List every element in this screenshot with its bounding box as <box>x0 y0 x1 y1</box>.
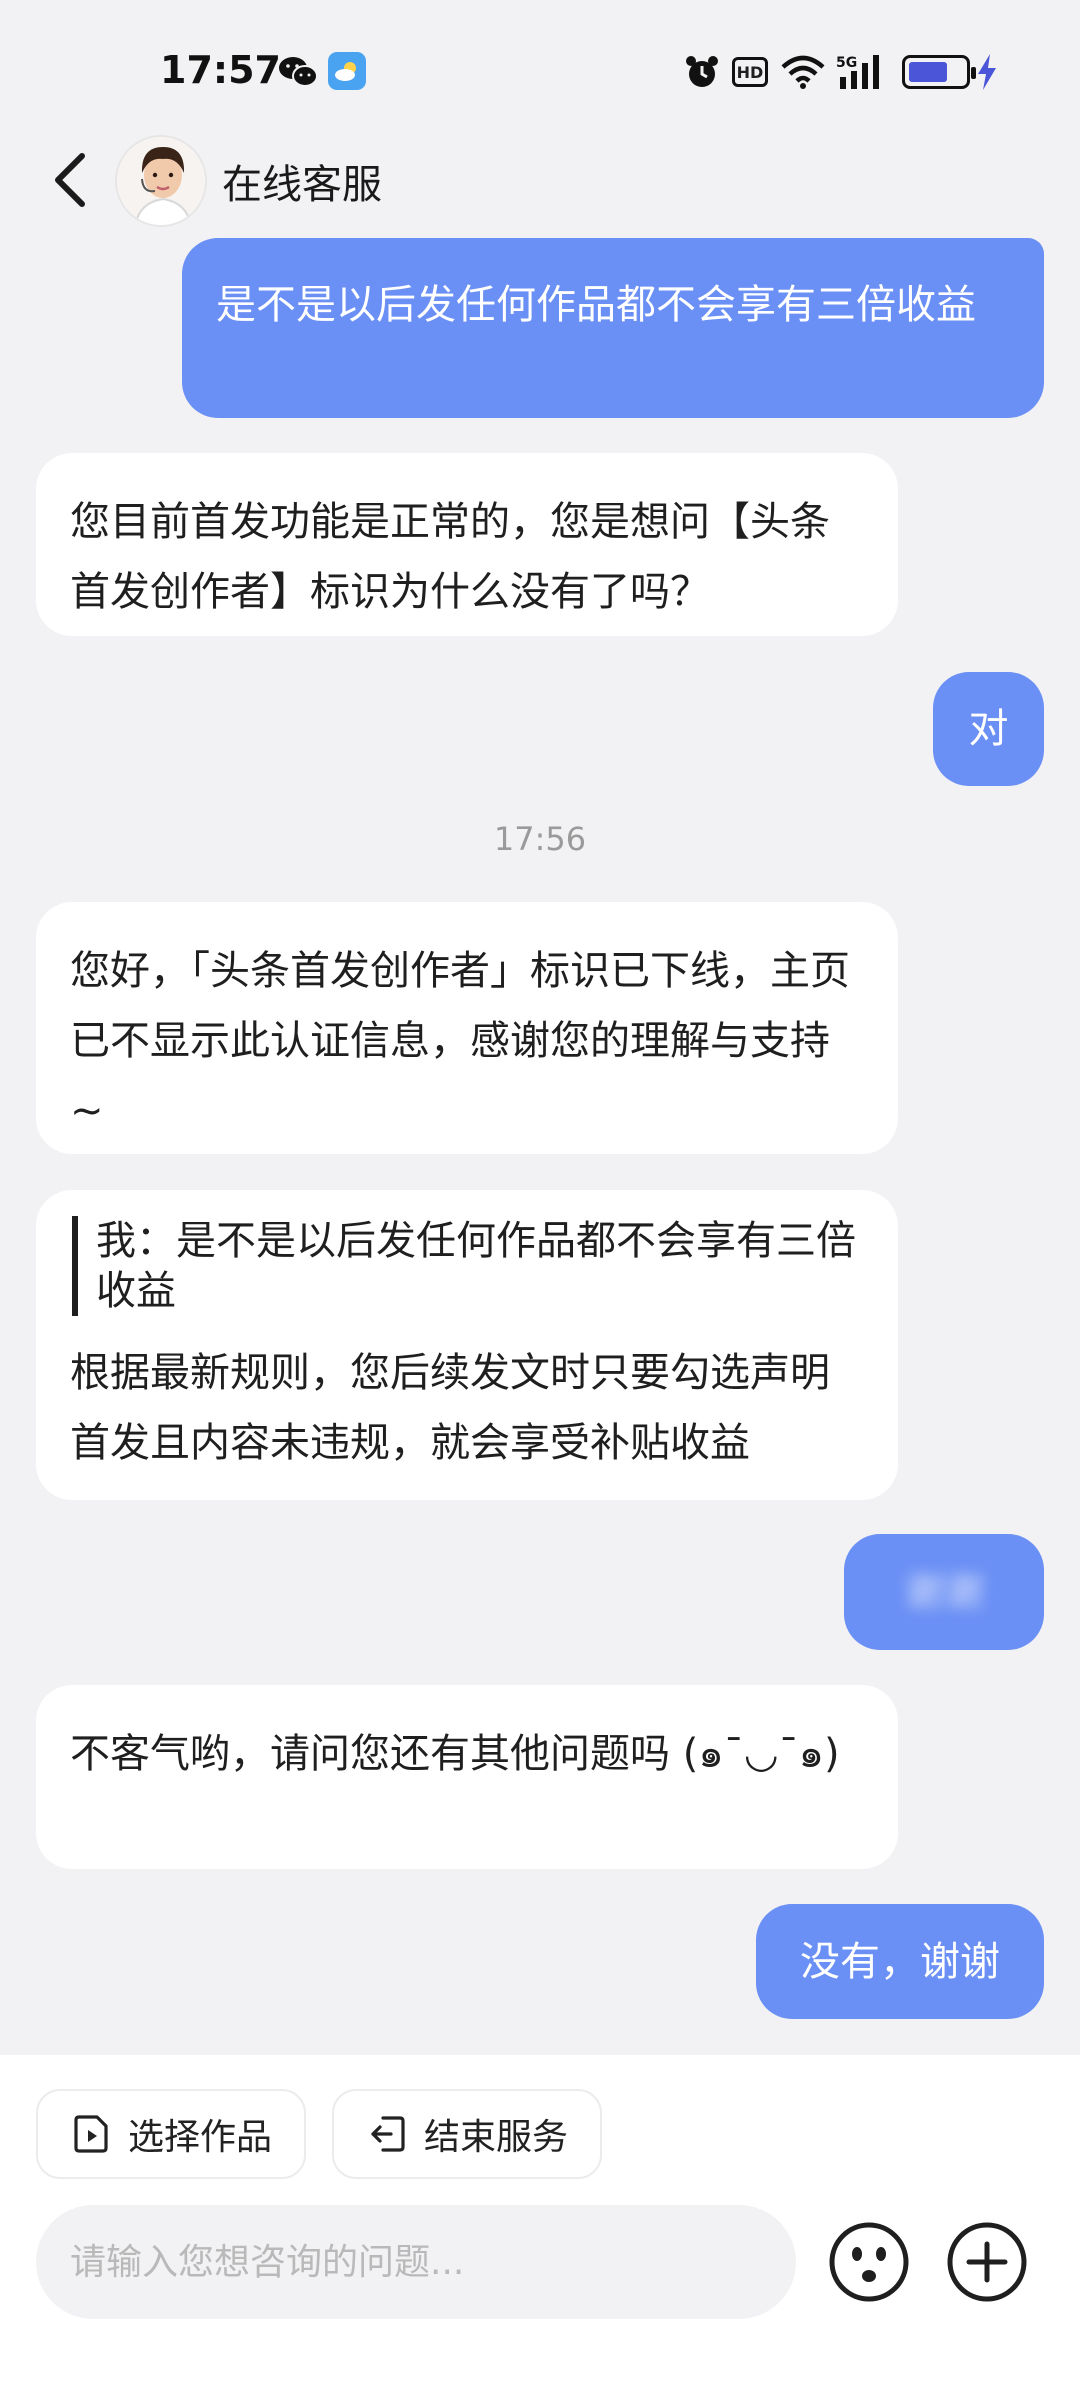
quoted-message: 我：是不是以后发任何作品都不会享有三倍收益 <box>72 1216 864 1316</box>
agent-avatar-icon <box>117 137 205 225</box>
message-input[interactable] <box>36 2205 796 2319</box>
message-text: 不客气哟，请问您还有其他问题吗 (๑¯◡¯๑) <box>70 1731 840 1777</box>
add-button[interactable] <box>944 2219 1030 2305</box>
back-button[interactable] <box>40 140 100 220</box>
bottom-panel: 选择作品 结束服务 <box>0 2055 1080 2400</box>
agent-message[interactable]: 不客气哟，请问您还有其他问题吗 (๑¯◡¯๑) <box>36 1685 898 1869</box>
user-message[interactable]: 没有，谢谢 <box>756 1904 1044 2019</box>
agent-message[interactable]: 您好，「头条首发创作者」标识已下线，主页已不显示此认证信息，感谢您的理解与支持 … <box>36 902 898 1154</box>
network-label: 5G <box>836 55 857 71</box>
emoji-icon <box>829 2222 909 2302</box>
agent-message-with-quote[interactable]: 我：是不是以后发任何作品都不会享有三倍收益 根据最新规则，您后续发文时只要勾选声… <box>36 1190 898 1500</box>
status-time: 17:57 <box>160 48 281 92</box>
end-service-button[interactable]: 结束服务 <box>332 2089 602 2179</box>
alarm-icon <box>684 52 720 92</box>
select-work-label: 选择作品 <box>128 2117 273 2158</box>
signal-icon: 5G <box>836 52 888 92</box>
end-service-label: 结束服务 <box>424 2117 569 2158</box>
user-message[interactable]: 对 <box>933 672 1044 786</box>
message-text: 您目前首发功能是正常的，您是想问【头条首发创作者】标识为什么没有了吗？ <box>70 499 830 615</box>
message-text: 根据最新规则，您后续发文时只要勾选声明首发且内容未违规，就会享受补贴收益 <box>70 1350 830 1466</box>
message-text: 您好，「头条首发创作者」标识已下线，主页已不显示此认证信息，感谢您的理解与支持 … <box>70 948 850 1134</box>
video-file-icon <box>72 2114 112 2154</box>
agent-message[interactable]: 您目前首发功能是正常的，您是想问【头条首发创作者】标识为什么没有了吗？ <box>36 453 898 636</box>
wechat-icon <box>278 52 318 92</box>
user-message[interactable]: 是不是以后发任何作品都不会享有三倍收益 <box>182 238 1044 418</box>
message-text: 是不是以后发任何作品都不会享有三倍收益 <box>216 282 976 328</box>
chat-timestamp: 17:56 <box>493 820 587 858</box>
wifi-icon <box>780 52 826 92</box>
message-text: 谢谢 <box>904 1569 984 1615</box>
chat-header: 在线客服 <box>0 130 1080 230</box>
emoji-button[interactable] <box>826 2219 912 2305</box>
status-bar: 17:57 HD 5G <box>0 0 1080 130</box>
message-text: 没有，谢谢 <box>800 1938 1000 1985</box>
user-message-redacted[interactable]: 谢谢 <box>844 1534 1044 1650</box>
hd-icon: HD <box>732 57 768 87</box>
battery-level <box>909 62 947 82</box>
chevron-left-icon <box>55 153 85 207</box>
select-work-button[interactable]: 选择作品 <box>36 2089 306 2179</box>
plus-icon <box>947 2222 1027 2302</box>
battery-icon <box>902 55 976 89</box>
charging-bolt-icon <box>974 52 1000 92</box>
weather-icon <box>328 52 366 90</box>
page-title: 在线客服 <box>222 162 382 208</box>
message-text: 对 <box>968 706 1009 752</box>
avatar[interactable] <box>115 135 207 227</box>
exit-icon <box>368 2114 408 2154</box>
